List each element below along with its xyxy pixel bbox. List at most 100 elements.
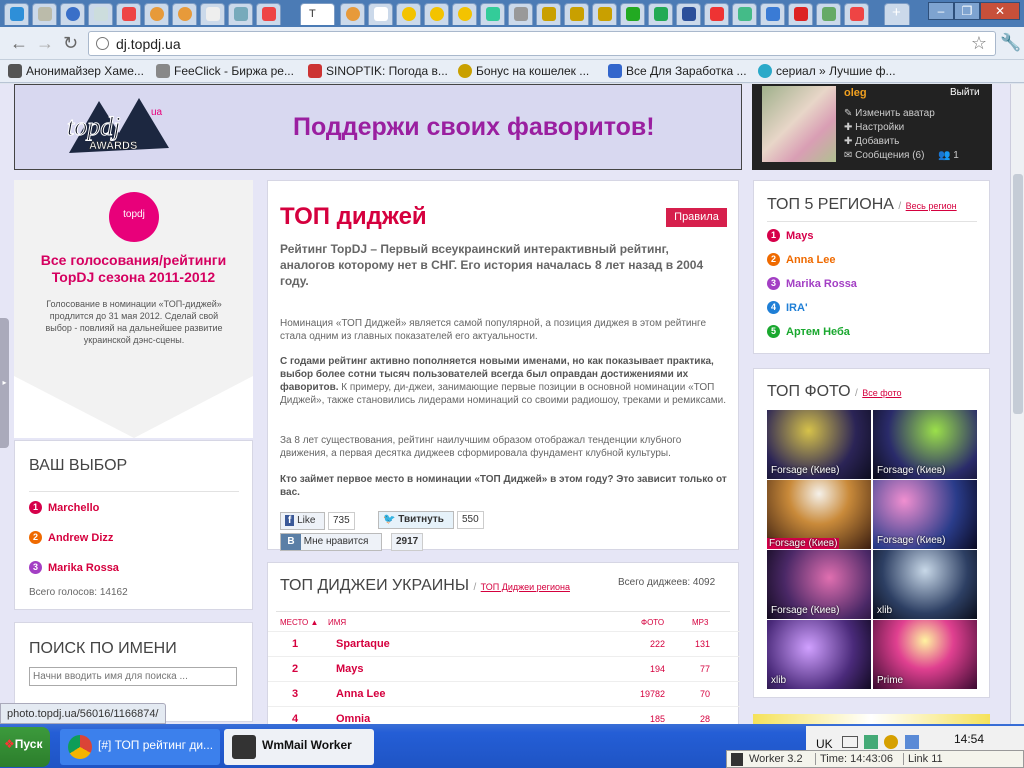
- reload-icon[interactable]: ↻: [63, 34, 78, 52]
- vk-like-button[interactable]: B Мне нравится: [280, 533, 382, 551]
- bookmark-item[interactable]: Анонимайзер Хаме...: [8, 64, 144, 78]
- back-icon[interactable]: ←: [10, 34, 28, 52]
- tab[interactable]: [760, 3, 785, 25]
- tab[interactable]: [228, 3, 253, 25]
- tab[interactable]: [536, 3, 561, 25]
- tab[interactable]: [256, 3, 281, 25]
- bookmark-item[interactable]: Все Для Заработка ...: [608, 64, 747, 78]
- tab[interactable]: [200, 3, 225, 25]
- bookmark-item[interactable]: FeeClick - Биржа ре...: [156, 64, 294, 78]
- photo-thumb[interactable]: Forsage (Киев): [873, 480, 977, 549]
- table-row[interactable]: 4 Omnia 185 28: [268, 706, 740, 724]
- taskbar-chrome[interactable]: [#] ТОП рейтинг ди...: [60, 729, 220, 765]
- change-avatar-link[interactable]: ✎ Изменить аватар: [844, 108, 935, 119]
- tab[interactable]: [704, 3, 729, 25]
- promo-title[interactable]: Все голосования/рейтинги TopDJ сезона 20…: [22, 252, 245, 286]
- tray-icon[interactable]: [864, 735, 878, 749]
- close-window-button[interactable]: ✕: [980, 2, 1020, 20]
- forward-icon[interactable]: →: [36, 34, 54, 52]
- top5-item[interactable]: 3 Marika Rossa: [767, 277, 857, 290]
- tab[interactable]: [788, 3, 813, 25]
- top5-item[interactable]: 1 Mays: [767, 229, 814, 242]
- table-row[interactable]: 2 Mays 194 77: [268, 656, 740, 681]
- photo-thumb[interactable]: xlib: [873, 550, 977, 619]
- top5-item[interactable]: 4 IRA': [767, 301, 808, 314]
- tab[interactable]: [4, 3, 29, 25]
- page-scrollbar[interactable]: [1010, 84, 1024, 724]
- choice-item[interactable]: 2 Andrew Dizz: [29, 531, 113, 544]
- minimize-button[interactable]: –: [928, 2, 954, 20]
- photo-thumb[interactable]: Forsage (Киев): [767, 550, 871, 619]
- tab[interactable]: [88, 3, 113, 25]
- tab[interactable]: [396, 3, 421, 25]
- promo-box[interactable]: topdj Все голосования/рейтинги TopDJ сез…: [14, 180, 253, 438]
- tab[interactable]: [676, 3, 701, 25]
- maximize-button[interactable]: ❐: [954, 2, 980, 20]
- avatar[interactable]: [762, 86, 836, 162]
- start-button[interactable]: ❖Пуск: [0, 727, 50, 767]
- bookmark-item[interactable]: SINOPTIK: Погода в...: [308, 64, 448, 78]
- dj-name-link[interactable]: Mays: [336, 663, 364, 675]
- user-name[interactable]: oleg: [844, 87, 867, 99]
- choice-item[interactable]: 3 Marika Rossa: [29, 561, 119, 574]
- tab[interactable]: [60, 3, 85, 25]
- column-place[interactable]: МЕСТО ▲: [280, 618, 318, 627]
- keyboard-icon[interactable]: [842, 736, 858, 748]
- tab[interactable]: [508, 3, 533, 25]
- tab[interactable]: [480, 3, 505, 25]
- choice-item[interactable]: 1 Marchello: [29, 501, 99, 514]
- topdj-awards-logo[interactable]: topdj ua AWARDS: [59, 93, 189, 163]
- column-name[interactable]: ИМЯ: [328, 618, 346, 627]
- column-mp3[interactable]: MP3: [692, 618, 708, 627]
- photo-thumb[interactable]: Prime: [873, 620, 977, 689]
- messages-link[interactable]: ✉ Сообщения (6): [844, 150, 924, 161]
- photo-thumb[interactable]: xlib: [767, 620, 871, 689]
- tab[interactable]: [32, 3, 57, 25]
- photo-thumb[interactable]: Forsage (Киев): [767, 480, 871, 549]
- new-tab-button[interactable]: +: [884, 3, 910, 25]
- tray-icon[interactable]: [884, 735, 898, 749]
- tray-icon[interactable]: [905, 735, 919, 749]
- address-bar[interactable]: dj.topdj.ua ☆: [88, 31, 996, 56]
- photo-thumb[interactable]: Forsage (Киев): [767, 410, 871, 479]
- tweet-button[interactable]: 🐦 Твитнуть: [378, 511, 454, 529]
- table-row[interactable]: 1 Spartaque 222 131: [268, 631, 740, 656]
- tab[interactable]: [172, 3, 197, 25]
- tab[interactable]: [424, 3, 449, 25]
- header-banner[interactable]: topdj ua AWARDS Поддержи своих фаворитов…: [14, 84, 742, 170]
- dj-name-link[interactable]: Omnia: [336, 713, 370, 724]
- whole-region-link[interactable]: Весь регион: [906, 201, 957, 211]
- tab[interactable]: [340, 3, 365, 25]
- scrollbar-thumb[interactable]: [1013, 174, 1023, 414]
- logout-link[interactable]: Выйти: [950, 87, 980, 98]
- clock[interactable]: 14:54: [954, 732, 984, 746]
- wrench-icon[interactable]: 🔧: [1000, 33, 1021, 53]
- table-row[interactable]: 3 Anna Lee 19782 70: [268, 681, 740, 706]
- tab[interactable]: [816, 3, 841, 25]
- language-indicator[interactable]: UK: [816, 737, 833, 751]
- tab[interactable]: [648, 3, 673, 25]
- dj-name-link[interactable]: Anna Lee: [336, 688, 386, 700]
- tab[interactable]: [564, 3, 589, 25]
- facebook-like-button[interactable]: f Like: [280, 512, 325, 530]
- tab[interactable]: [620, 3, 645, 25]
- column-photo[interactable]: ФОТО: [641, 618, 664, 627]
- side-panel-handle[interactable]: ▸: [0, 318, 9, 448]
- tab[interactable]: [592, 3, 617, 25]
- taskbar-wmmail[interactable]: WmMail Worker: [224, 729, 374, 765]
- tab[interactable]: [144, 3, 169, 25]
- bookmark-item[interactable]: сериал » Лучшие ф...: [758, 64, 896, 78]
- photo-thumb[interactable]: Forsage (Киев): [873, 410, 977, 479]
- bookmark-star-icon[interactable]: ☆: [971, 33, 987, 54]
- tab[interactable]: [732, 3, 757, 25]
- top5-item[interactable]: 5 Артем Неба: [767, 325, 850, 338]
- search-input[interactable]: [29, 667, 237, 686]
- bookmark-item[interactable]: Бонус на кошелек ...: [458, 64, 589, 78]
- friends-count[interactable]: 👥 1: [938, 150, 959, 161]
- add-link[interactable]: ✚ Добавить: [844, 136, 899, 147]
- tab[interactable]: [368, 3, 393, 25]
- tab[interactable]: [116, 3, 141, 25]
- tab-active[interactable]: T: [300, 3, 335, 25]
- tab[interactable]: [452, 3, 477, 25]
- top-region-link[interactable]: ТОП Диджеи региона: [481, 582, 570, 592]
